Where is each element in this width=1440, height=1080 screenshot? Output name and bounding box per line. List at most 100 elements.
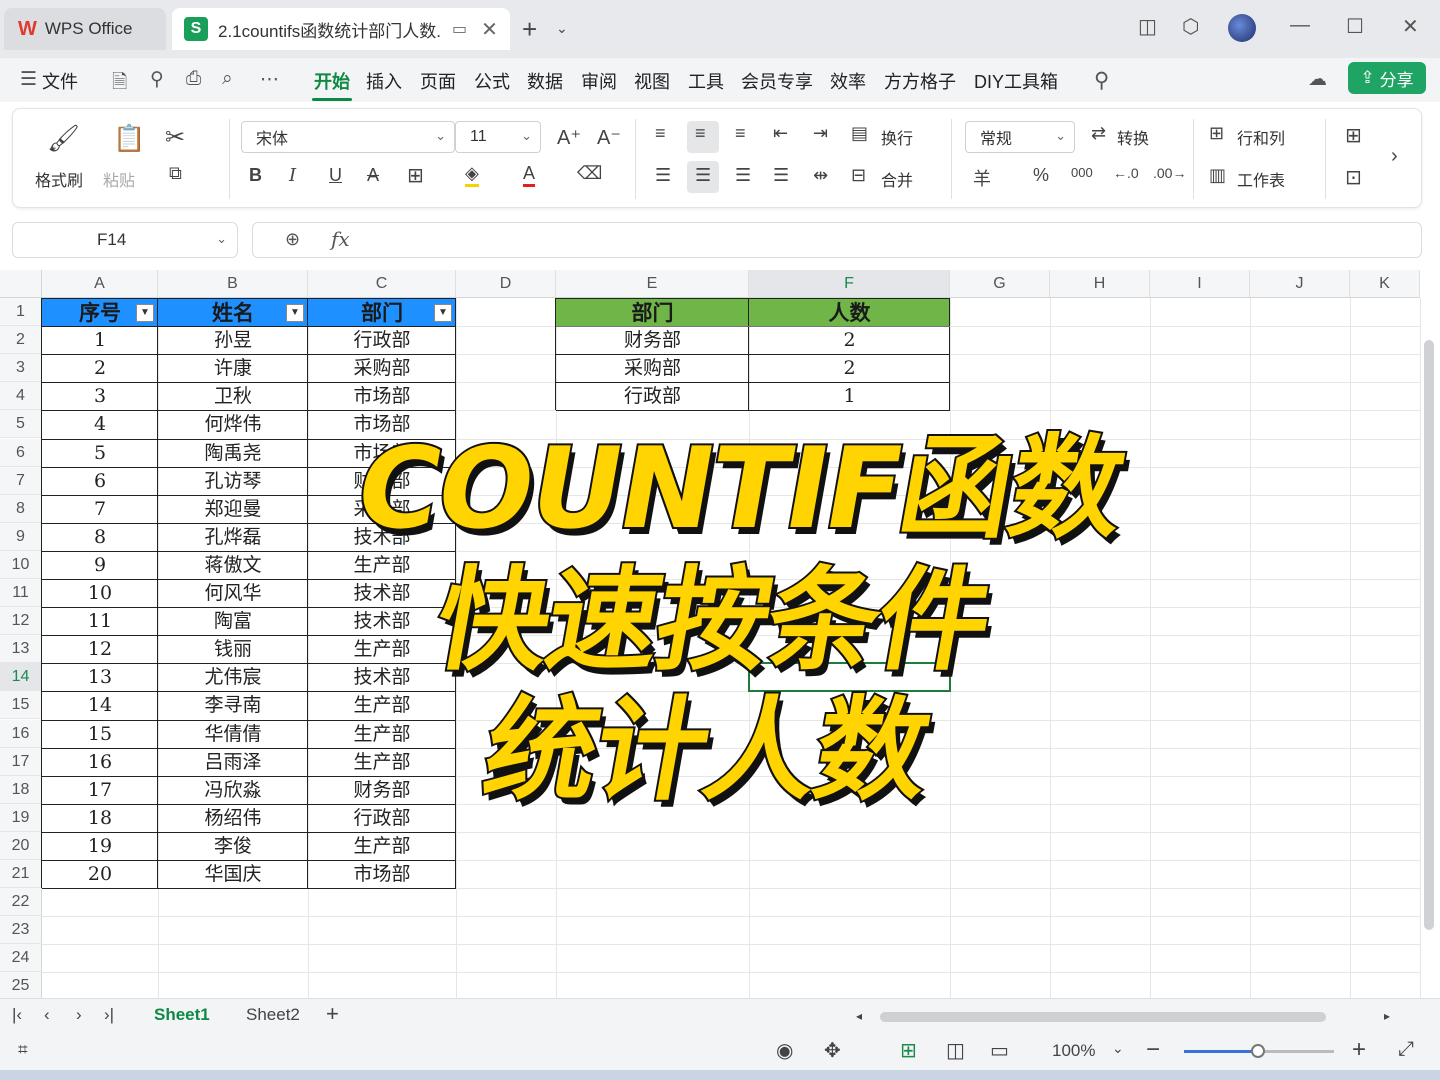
close-tab-icon[interactable]: ✕ [481,17,498,42]
roster-table-cell[interactable]: 吕雨泽 [158,748,308,776]
italic-icon[interactable]: I [289,165,296,186]
roster-table-cell[interactable]: 何风华 [158,579,308,607]
roster-table-cell[interactable]: 蒋傲文 [158,551,308,579]
cube-icon[interactable]: ⬡ [1182,14,1199,39]
column-header-k[interactable]: K [1350,270,1420,298]
tab-formula[interactable]: 公式 [474,68,510,94]
tab-view[interactable]: 视图 [634,68,670,94]
print-preview-icon[interactable]: ⌕ [222,68,233,90]
row-header-4[interactable]: 4 [0,382,42,411]
roster-table-cell[interactable]: 12 [42,635,158,663]
formula-input[interactable]: ⊕ fx [252,222,1422,258]
page-break-icon[interactable]: ▭ [990,1038,1009,1063]
cloud-icon[interactable]: ☁ [1308,68,1327,91]
roster-table-cell[interactable]: 2 [42,354,158,382]
search-icon[interactable]: ⚲ [1094,68,1109,93]
roster-table-cell[interactable]: 生产部 [308,832,456,860]
maximize-icon[interactable]: ☐ [1346,14,1364,39]
layout-icon[interactable]: ◫ [1138,14,1157,39]
last-sheet-icon[interactable]: ›| [104,1005,114,1025]
roster-table-cell[interactable]: 李寻南 [158,691,308,719]
roster-table-cell[interactable]: 华倩倩 [158,720,308,748]
font-color-icon[interactable]: A [523,163,536,187]
row-header-13[interactable]: 13 [0,635,42,664]
summary-table-header-cell[interactable]: 人数 [749,298,950,326]
roster-table-cell[interactable]: 10 [42,579,158,607]
row-header-12[interactable]: 12 [0,607,42,636]
next-sheet-icon[interactable]: › [76,1005,82,1025]
row-header-21[interactable]: 21 [0,860,42,889]
worksheet-button[interactable]: 工作表 [1237,167,1285,191]
underline-icon[interactable]: U [329,165,342,186]
filter-dropdown-icon[interactable]: ▼ [434,304,452,322]
filter-dropdown-icon[interactable]: ▼ [286,304,304,322]
summary-table-cell[interactable]: 财务部 [556,326,749,354]
roster-table-cell[interactable]: 16 [42,748,158,776]
roster-table-cell[interactable]: 9 [42,551,158,579]
clear-format-icon[interactable]: ⌫ [577,163,602,184]
column-header-d[interactable]: D [456,270,556,298]
roster-table-cell[interactable]: 采购部 [308,354,456,382]
wrap-text-button[interactable]: 换行 [881,125,913,149]
column-header-e[interactable]: E [556,270,749,298]
home-tab[interactable]: W WPS Office [4,8,166,50]
tab-diy-toolbox[interactable]: DIY工具箱 [974,68,1058,94]
sheet-tab-2[interactable]: Sheet2 [246,1005,300,1025]
row-header-1[interactable]: 1 [0,298,42,327]
align-left-icon[interactable]: ☰ [655,165,671,186]
ribbon-scroll-right-icon[interactable]: › [1391,145,1398,168]
tab-efficiency[interactable]: 效率 [830,68,866,94]
link-icon[interactable]: ⚲ [150,68,164,91]
align-bottom-icon[interactable]: ≡ [735,123,746,144]
decrease-decimal-icon[interactable]: .00→ [1153,165,1186,181]
roster-table-cell[interactable]: 生产部 [308,748,456,776]
roster-table-cell[interactable]: 孙昱 [158,326,308,354]
roster-table-cell[interactable]: 3 [42,382,158,410]
tab-data[interactable]: 数据 [527,68,563,94]
font-name-select[interactable]: 宋体 ⌄ [241,121,455,153]
name-box[interactable]: F14 ⌄ [12,222,238,258]
close-window-icon[interactable]: ✕ [1402,14,1419,39]
roster-table-cell[interactable]: 技术部 [308,579,456,607]
roster-table-cell[interactable]: 陶禹尧 [158,439,308,467]
increase-decimal-icon[interactable]: ←.0 [1113,165,1139,181]
page-layout-icon[interactable]: ◫ [946,1038,965,1063]
row-header-5[interactable]: 5 [0,410,42,439]
row-header-24[interactable]: 24 [0,944,42,973]
row-header-15[interactable]: 15 [0,691,42,720]
roster-table-cell[interactable]: 6 [42,467,158,495]
summary-table-header-cell[interactable]: 部门 [556,298,749,326]
roster-table-cell[interactable]: 生产部 [308,720,456,748]
roster-table-cell[interactable]: 尤伟宸 [158,663,308,691]
roster-table-cell[interactable]: 许康 [158,354,308,382]
roster-table-cell[interactable]: 卫秋 [158,382,308,410]
print-icon[interactable]: ⎙ [186,68,201,90]
align-top-icon[interactable]: ≡ [655,123,666,144]
vertical-scrollbar[interactable] [1424,340,1434,930]
fullscreen-icon[interactable]: ⤢ [1398,1038,1414,1061]
border-icon[interactable]: ⊞ [407,163,424,188]
font-size-select[interactable]: 11 ⌄ [455,121,541,153]
row-header-17[interactable]: 17 [0,747,42,776]
table-style-icon[interactable]: ⊞ [1345,123,1362,148]
bold-icon[interactable]: B [249,165,262,186]
row-header-20[interactable]: 20 [0,831,42,860]
roster-table-cell[interactable]: 杨绍伟 [158,804,308,832]
roster-table-cell[interactable]: 14 [42,691,158,719]
number-format-select[interactable]: 常规 ⌄ [965,121,1075,153]
row-header-7[interactable]: 7 [0,466,42,495]
eye-protection-icon[interactable]: ◉ [776,1038,793,1063]
tab-review[interactable]: 审阅 [581,68,617,94]
hamburger-icon[interactable]: ☰ [20,68,37,91]
roster-table-cell[interactable]: 19 [42,832,158,860]
tab-fangfang[interactable]: 方方格子 [884,68,956,94]
roster-table-cell[interactable]: 技术部 [308,607,456,635]
merge-cells-button[interactable]: 合并 [881,167,913,191]
roster-table-cell[interactable]: 郑迎曼 [158,495,308,523]
horizontal-scrollbar[interactable] [880,1012,1326,1022]
row-header-18[interactable]: 18 [0,775,42,804]
roster-table-cell[interactable]: 财务部 [308,776,456,804]
scroll-left-icon[interactable]: ◂ [856,1009,862,1023]
roster-table-cell[interactable]: 孔烨磊 [158,523,308,551]
fill-color-icon[interactable]: ◈ [465,163,479,187]
